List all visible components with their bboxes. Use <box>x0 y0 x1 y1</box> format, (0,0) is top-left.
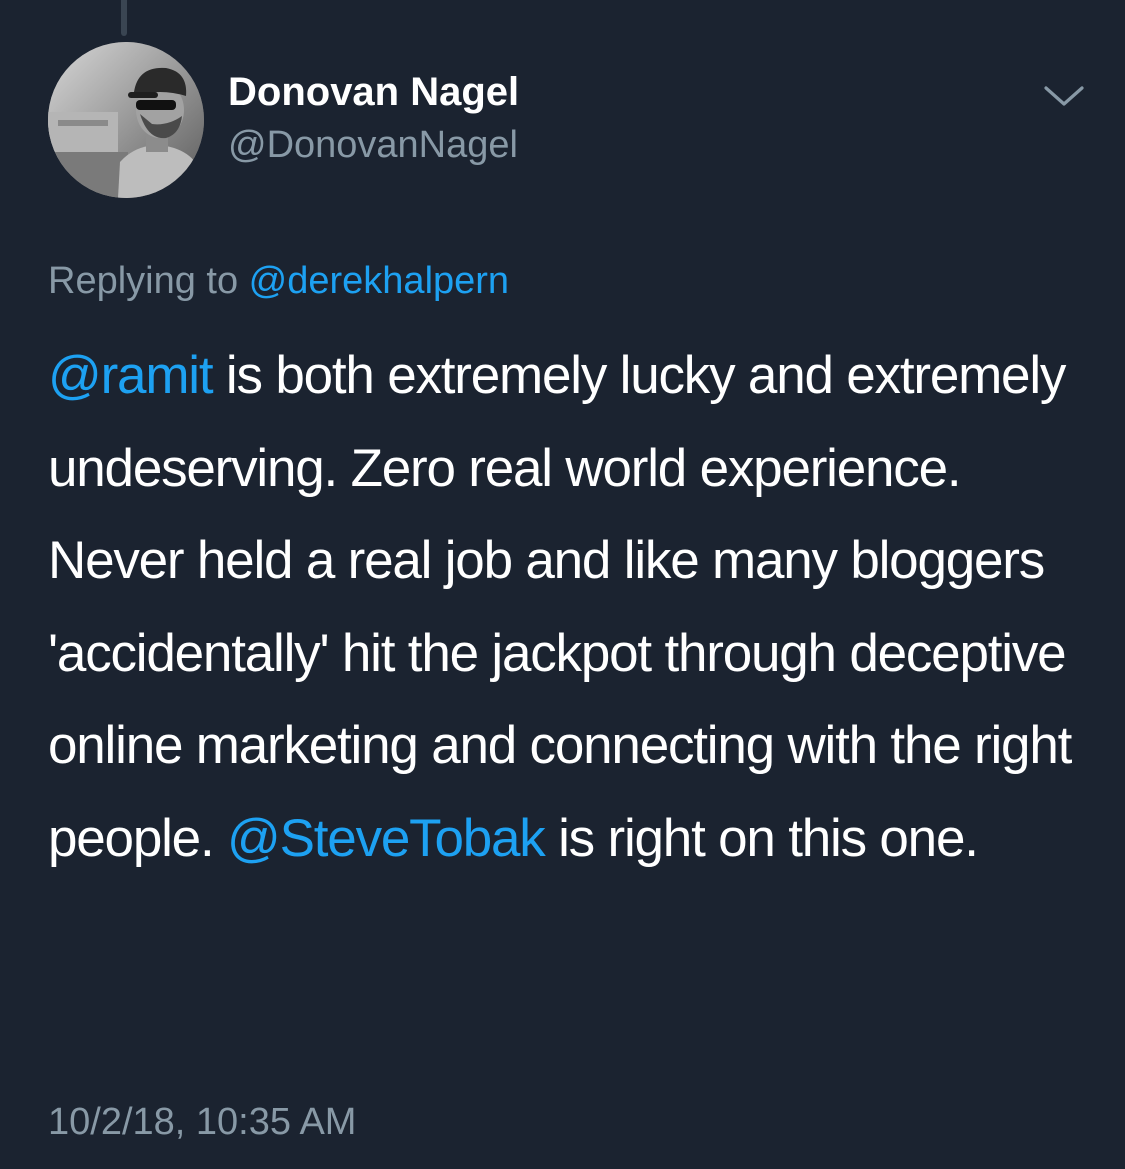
chevron-down-icon[interactable] <box>1040 80 1088 112</box>
tweet-body: @ramit is both extremely lucky and extre… <box>48 330 1108 885</box>
thread-connector-line <box>121 0 127 36</box>
author-display-name[interactable]: Donovan Nagel <box>228 68 519 116</box>
avatar-photo-icon <box>48 42 204 198</box>
author-handle[interactable]: @DonovanNagel <box>228 122 518 168</box>
reply-context: Replying to @derekhalpern <box>48 256 509 306</box>
tweet-text-part-1: is both extremely lucky and extremely un… <box>48 346 1072 868</box>
mention-link-stevetobak[interactable]: @SteveTobak <box>227 809 546 868</box>
author-avatar[interactable] <box>48 42 204 198</box>
reply-mention-link[interactable]: @derekhalpern <box>249 260 509 302</box>
tweet-text-part-2: is right on this one. <box>544 808 979 868</box>
tweet-timestamp[interactable]: 10/2/18, 10:35 AM <box>48 1097 356 1147</box>
reply-prefix: Replying to <box>48 260 249 302</box>
mention-link-ramit[interactable]: @ramit <box>48 346 214 405</box>
